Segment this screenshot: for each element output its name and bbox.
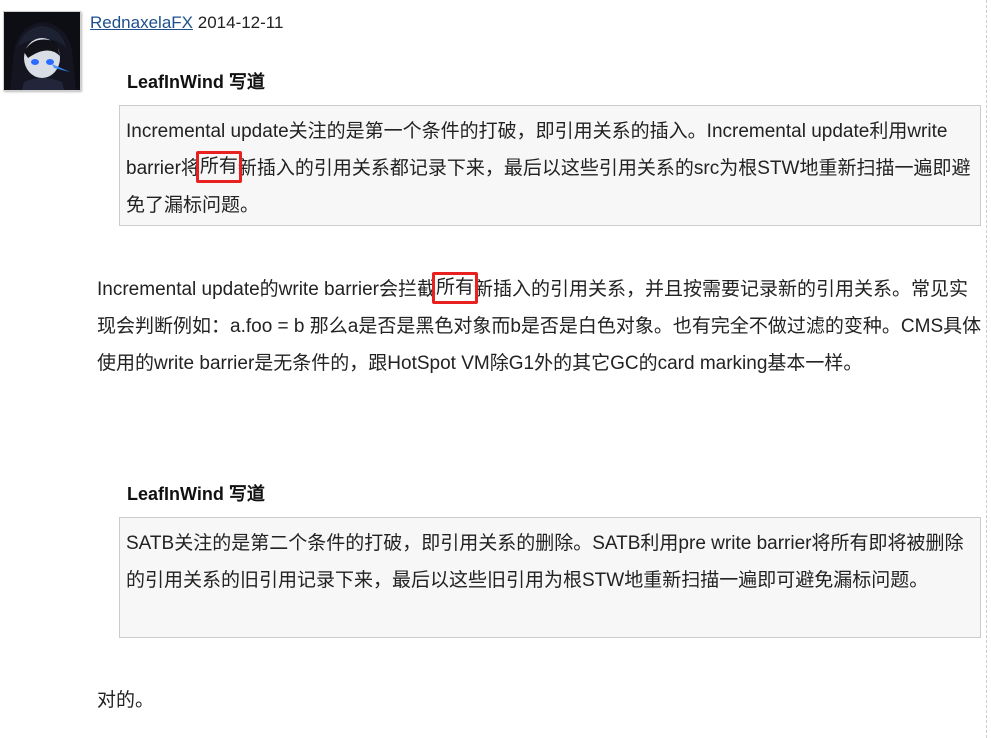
quote-text-part: 新插入的引用关系都记录下来，最后以这些引用关系的src为根STW地重新扫描一遍即…: [126, 158, 971, 216]
reply-paragraph: Incremental update的write barrier会拦截所有新插入…: [97, 271, 985, 382]
quote-text: SATB关注的是第二个条件的打破，即引用关系的删除。SATB利用pre writ…: [126, 533, 964, 591]
quote-block: SATB关注的是第二个条件的打破，即引用关系的删除。SATB利用pre writ…: [119, 517, 981, 638]
comment-header: RednaxelaFX 2014-12-11: [90, 13, 283, 33]
quote-block: Incremental update关注的是第一个条件的打破，即引用关系的插入。…: [119, 105, 981, 226]
highlight-box: 所有: [195, 151, 242, 183]
reply-text-part: Incremental update的write barrier会拦截: [97, 279, 436, 300]
avatar-image: [4, 12, 80, 90]
highlight-box: 所有: [431, 272, 478, 304]
page-right-border: [986, 0, 988, 738]
quote-title: LeafInWind 写道: [127, 484, 265, 504]
avatar[interactable]: [3, 11, 81, 91]
reply-paragraph: 对的。: [97, 690, 155, 711]
author-link[interactable]: RednaxelaFX: [90, 13, 193, 32]
quote-title: LeafInWind 写道: [127, 72, 265, 92]
comment-date: 2014-12-11: [197, 13, 284, 32]
